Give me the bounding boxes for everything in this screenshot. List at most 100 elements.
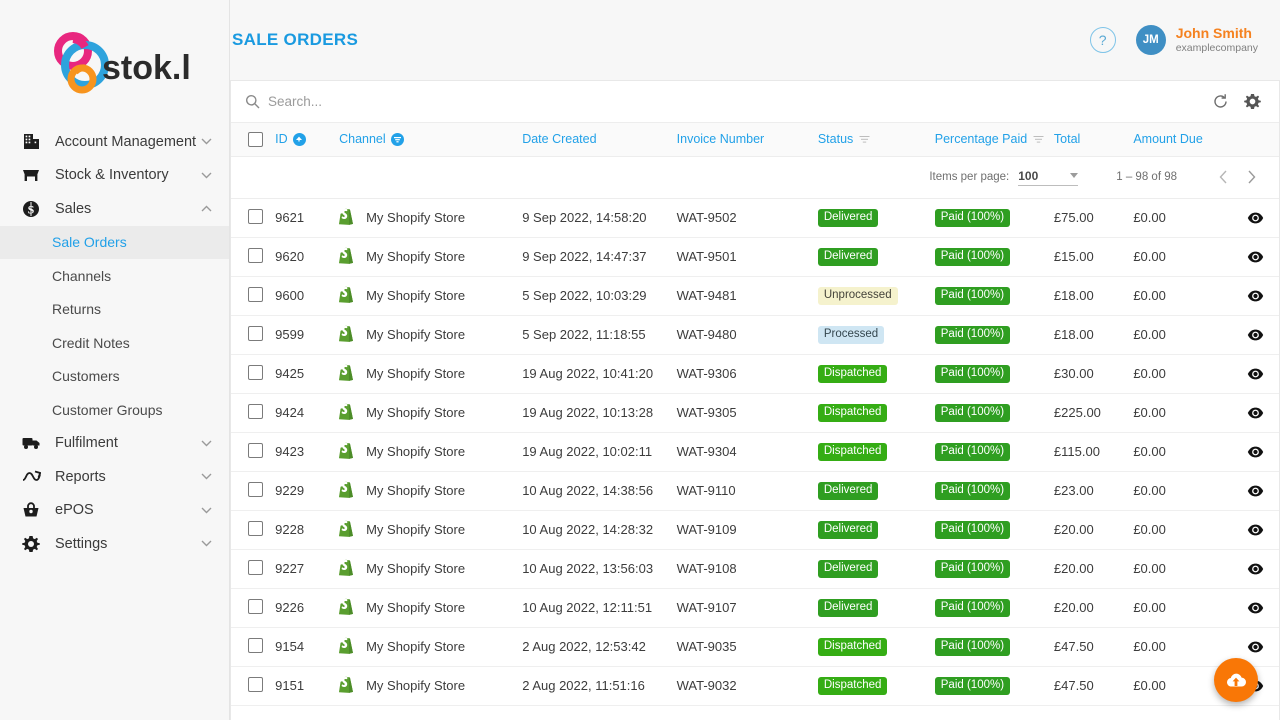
row-checkbox[interactable] [248,521,263,536]
table-row[interactable]: 9621My Shopify Store9 Sep 2022, 14:58:20… [231,198,1279,237]
row-checkbox[interactable] [248,404,263,419]
row-checkbox[interactable] [248,365,263,380]
previous-page-button[interactable] [1209,163,1237,191]
table-row[interactable]: 9423My Shopify Store19 Aug 2022, 10:02:1… [231,432,1279,471]
column-header-select-all[interactable] [231,123,275,156]
cell-actions[interactable] [1233,354,1279,393]
cell-actions[interactable] [1233,315,1279,354]
row-select-cell[interactable] [231,666,275,705]
view-icon[interactable] [1233,446,1279,458]
sidebar-item-settings[interactable]: Settings [0,527,229,561]
view-icon[interactable] [1233,329,1279,341]
row-select-cell[interactable] [231,510,275,549]
table-row[interactable]: 9620My Shopify Store9 Sep 2022, 14:47:37… [231,237,1279,276]
column-header-status[interactable]: Status [818,123,935,156]
row-checkbox[interactable] [248,248,263,263]
sidebar-item-channels[interactable]: Channels [0,259,229,293]
table-row[interactable]: 9226My Shopify Store10 Aug 2022, 12:11:5… [231,588,1279,627]
view-icon[interactable] [1233,524,1279,536]
sidebar-item-stock-inventory[interactable]: Stock & Inventory [0,159,229,193]
table-row[interactable]: 9425My Shopify Store19 Aug 2022, 10:41:2… [231,354,1279,393]
view-icon[interactable] [1233,368,1279,380]
table-row[interactable]: 9229My Shopify Store10 Aug 2022, 14:38:5… [231,471,1279,510]
table-row[interactable]: 9154My Shopify Store2 Aug 2022, 12:53:42… [231,627,1279,666]
table-row[interactable]: 9228My Shopify Store10 Aug 2022, 14:28:3… [231,510,1279,549]
upload-fab-button[interactable] [1214,658,1258,702]
sidebar-item-customer-groups[interactable]: Customer Groups [0,393,229,427]
row-checkbox[interactable] [248,287,263,302]
next-page-button[interactable] [1237,163,1265,191]
sidebar-item-returns[interactable]: Returns [0,293,229,327]
row-checkbox[interactable] [248,443,263,458]
row-select-cell[interactable] [231,393,275,432]
view-icon[interactable] [1233,641,1279,653]
row-select-cell[interactable] [231,588,275,627]
table-row[interactable]: 9151My Shopify Store2 Aug 2022, 11:51:16… [231,666,1279,705]
column-header-amount-due[interactable]: Amount Due [1133,123,1232,156]
help-icon[interactable]: ? [1090,27,1116,53]
sidebar-item-reports[interactable]: Reports [0,460,229,494]
cell-actions[interactable] [1233,471,1279,510]
row-checkbox[interactable] [248,482,263,497]
table-row[interactable]: 9424My Shopify Store19 Aug 2022, 10:13:2… [231,393,1279,432]
row-checkbox[interactable] [248,560,263,575]
table-row[interactable]: 9600My Shopify Store5 Sep 2022, 10:03:29… [231,276,1279,315]
row-select-cell[interactable] [231,432,275,471]
row-select-cell[interactable] [231,627,275,666]
sidebar-item-sales[interactable]: S Sales [0,192,229,226]
row-checkbox[interactable] [248,209,263,224]
view-icon[interactable] [1233,563,1279,575]
column-header-invoice-number[interactable]: Invoice Number [677,123,818,156]
table-row[interactable]: 9227My Shopify Store10 Aug 2022, 13:56:0… [231,549,1279,588]
sidebar-item-label: Stock & Inventory [55,167,199,183]
avatar[interactable]: JM [1136,25,1166,55]
cell-actions[interactable] [1233,393,1279,432]
column-header-id[interactable]: ID [275,123,339,156]
cell-actions[interactable] [1233,432,1279,471]
column-header-total[interactable]: Total [1054,123,1133,156]
row-checkbox[interactable] [248,638,263,653]
cell-actions[interactable] [1233,510,1279,549]
items-per-page-select[interactable]: 100 [1018,169,1078,186]
column-header-percentage-paid[interactable]: Percentage Paid [935,123,1054,156]
cell-actions[interactable] [1233,198,1279,237]
sidebar-item-sale-orders[interactable]: Sale Orders [0,226,229,260]
sidebar-item-fulfilment[interactable]: Fulfilment [0,427,229,461]
row-select-cell[interactable] [231,471,275,510]
view-icon[interactable] [1233,602,1279,614]
row-select-cell[interactable] [231,354,275,393]
sidebar-item-epos[interactable]: ePOS [0,494,229,528]
row-select-cell[interactable] [231,237,275,276]
sidebar-item-account-management[interactable]: Account Management [0,125,229,159]
column-label: Percentage Paid [935,132,1027,146]
column-header-channel[interactable]: Channel [339,123,522,156]
row-select-cell[interactable] [231,549,275,588]
row-checkbox[interactable] [248,599,263,614]
cell-actions[interactable] [1233,549,1279,588]
cell-actions[interactable] [1233,276,1279,315]
cell-actions[interactable] [1233,237,1279,276]
search-input[interactable] [268,94,1201,109]
filter-icon[interactable] [859,135,870,144]
sidebar-item-credit-notes[interactable]: Credit Notes [0,326,229,360]
row-select-cell[interactable] [231,315,275,354]
user-menu[interactable]: John Smith examplecompany [1176,25,1258,55]
view-icon[interactable] [1233,407,1279,419]
column-header-date-created[interactable]: Date Created [522,123,676,156]
view-icon[interactable] [1233,290,1279,302]
row-checkbox[interactable] [248,677,263,692]
app-logo[interactable]: stok.ly [0,0,229,125]
row-checkbox[interactable] [248,326,263,341]
gear-icon[interactable] [1239,89,1265,115]
select-all-checkbox[interactable] [248,132,263,147]
view-icon[interactable] [1233,485,1279,497]
cell-actions[interactable] [1233,588,1279,627]
row-select-cell[interactable] [231,276,275,315]
table-row[interactable]: 9599My Shopify Store5 Sep 2022, 11:18:55… [231,315,1279,354]
view-icon[interactable] [1233,212,1279,224]
filter-icon[interactable] [1033,135,1044,144]
sidebar-item-customers[interactable]: Customers [0,360,229,394]
view-icon[interactable] [1233,251,1279,263]
refresh-icon[interactable] [1207,89,1233,115]
row-select-cell[interactable] [231,198,275,237]
